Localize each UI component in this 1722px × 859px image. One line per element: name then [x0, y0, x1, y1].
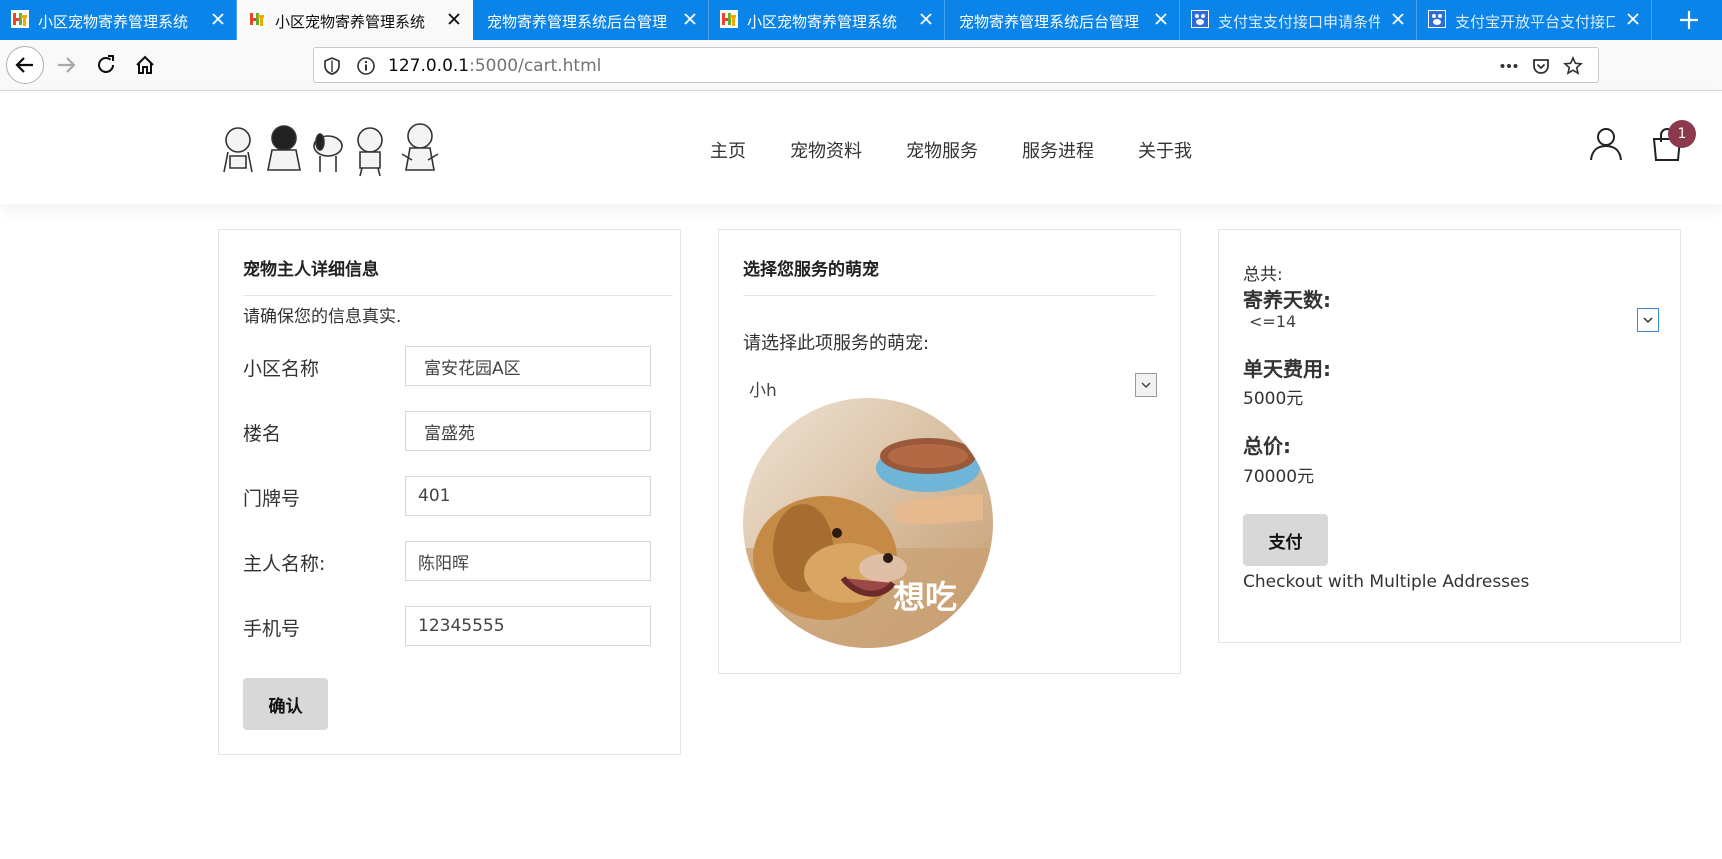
- phone-number-label: 手机号: [243, 618, 301, 640]
- owner-info-card: 宠物主人详细信息 请确保您的信息真实. 小区名称 楼名 门牌号 主人名称: 手机…: [218, 229, 681, 755]
- browser-tab[interactable]: 支付宝开放平台支付接口: [1417, 0, 1652, 40]
- browser-tab[interactable]: 支付宝支付接口申请条件: [1180, 0, 1417, 40]
- nav-pet-profile[interactable]: 宠物资料: [790, 137, 862, 163]
- user-account-icon[interactable]: [1588, 126, 1624, 162]
- owner-card-title: 宠物主人详细信息: [243, 260, 379, 280]
- multi-address-link[interactable]: Checkout with Multiple Addresses: [1243, 572, 1529, 592]
- url-bar[interactable]: 127.0.0.1:5000/cart.html: [313, 47, 1599, 83]
- nav-home[interactable]: 主页: [710, 137, 746, 163]
- back-button[interactable]: [6, 46, 44, 84]
- pay-button[interactable]: 支付: [1243, 514, 1328, 566]
- paw-icon: [1191, 10, 1209, 28]
- browser-tab[interactable]: 宠物寄养管理系统后台管理: [945, 0, 1180, 40]
- tab-title: 小区宠物寄养管理系统: [747, 13, 898, 31]
- close-icon[interactable]: [210, 11, 226, 27]
- home-button[interactable]: [128, 48, 162, 82]
- star-bookmark-icon[interactable]: [1563, 56, 1583, 76]
- browser-tab[interactable]: 宠物寄养管理系统后台管理: [473, 0, 709, 40]
- pet-select-card: 选择您服务的萌宠 请选择此项服务的萌宠: 小h 想吃: [718, 229, 1181, 674]
- close-icon[interactable]: [918, 11, 934, 27]
- browser-navbar: 127.0.0.1:5000/cart.html: [0, 40, 1722, 91]
- daily-fee-value: 5000元: [1243, 389, 1304, 409]
- new-tab-plus-icon[interactable]: [1664, 0, 1714, 40]
- home-icon: [136, 55, 154, 74]
- nav-service-progress[interactable]: 服务进程: [1022, 137, 1094, 163]
- divider: [743, 295, 1155, 296]
- browser-tab[interactable]: 小区宠物寄养管理系统: [709, 0, 945, 40]
- total-price-value: 70000元: [1243, 467, 1315, 487]
- total-price-label: 总价:: [1243, 434, 1291, 458]
- tab-title: 宠物寄养管理系统后台管理: [959, 13, 1140, 31]
- pet-select-prompt: 请选择此项服务的萌宠:: [743, 333, 930, 354]
- chevron-down-icon: [1141, 382, 1151, 389]
- building-name-label: 楼名: [243, 423, 282, 445]
- paw-icon: [1428, 10, 1446, 28]
- building-name-input[interactable]: [405, 411, 651, 451]
- owner-card-subtitle: 请确保您的信息真实.: [243, 307, 402, 327]
- reload-icon: [98, 55, 114, 73]
- pocket-icon[interactable]: [1531, 56, 1551, 76]
- pet-card-title: 选择您服务的萌宠: [743, 260, 879, 280]
- arrow-left-icon: [15, 57, 33, 73]
- confirm-button[interactable]: 确认: [243, 678, 328, 730]
- boarding-days-label: 寄养天数:: [1243, 288, 1331, 312]
- forward-button[interactable]: [49, 48, 83, 82]
- browser-tab[interactable]: 小区宠物寄养管理系统: [0, 0, 237, 40]
- reload-button[interactable]: [89, 48, 123, 82]
- door-number-label: 门牌号: [243, 488, 301, 510]
- info-icon[interactable]: [356, 56, 376, 76]
- total-label: 总共:: [1243, 265, 1283, 285]
- owner-name-label: 主人名称:: [243, 553, 326, 575]
- phone-number-input[interactable]: [405, 606, 651, 646]
- close-icon[interactable]: [1153, 11, 1169, 27]
- order-summary-card: 总共: 寄养天数: <=14 单天费用: 5000元 总价: 70000元 支付…: [1218, 229, 1681, 643]
- more-actions-icon[interactable]: [1499, 56, 1519, 76]
- nav-about-me[interactable]: 关于我: [1138, 137, 1192, 163]
- community-name-input[interactable]: [405, 346, 651, 386]
- close-icon[interactable]: [1625, 11, 1641, 27]
- url-text[interactable]: 127.0.0.1:5000/cart.html: [388, 56, 601, 76]
- url-host: 127.0.0.1: [388, 56, 470, 76]
- close-icon[interactable]: [1390, 11, 1406, 27]
- tab-title: 小区宠物寄养管理系统: [275, 13, 426, 31]
- tab-title: 支付宝支付接口申请条件: [1218, 13, 1380, 31]
- peanuts-logo[interactable]: [216, 120, 454, 178]
- site-header: 主页 宠物资料 宠物服务 服务进程 关于我 1: [0, 92, 1722, 204]
- photo-caption: 想吃: [893, 578, 957, 616]
- ht-logo-icon: [248, 10, 266, 28]
- dog-food-bowl-image: 想吃: [743, 398, 993, 648]
- door-number-input[interactable]: [405, 476, 651, 516]
- shield-icon[interactable]: [322, 56, 342, 76]
- boarding-days-select[interactable]: <=14: [1249, 312, 1296, 331]
- pet-select-value[interactable]: 小h: [749, 376, 777, 401]
- tab-title: 宠物寄养管理系统后台管理: [487, 13, 668, 31]
- community-name-label: 小区名称: [243, 358, 320, 380]
- pet-photo: 想吃: [743, 398, 993, 648]
- browser-tab-active[interactable]: 小区宠物寄养管理系统: [237, 0, 473, 40]
- tab-title: 支付宝开放平台支付接口: [1455, 13, 1615, 31]
- divider: [243, 295, 673, 296]
- close-icon[interactable]: [682, 11, 698, 27]
- pet-select-dropdown[interactable]: [1135, 373, 1157, 397]
- tab-title: 小区宠物寄养管理系统: [38, 13, 189, 31]
- cart-count-badge: 1: [1668, 120, 1696, 148]
- ht-logo-icon: [720, 10, 738, 28]
- owner-name-input[interactable]: [405, 541, 651, 581]
- ht-logo-icon: [11, 10, 29, 28]
- daily-fee-label: 单天费用:: [1243, 357, 1331, 381]
- boarding-days-dropdown[interactable]: [1637, 308, 1659, 332]
- close-icon[interactable]: [446, 11, 462, 27]
- browser-tab-strip: 小区宠物寄养管理系统 小区宠物寄养管理系统 宠物寄养管理系统后台管理 小区宠物寄…: [0, 0, 1722, 40]
- url-path: :5000/cart.html: [469, 56, 602, 76]
- nav-pet-service[interactable]: 宠物服务: [906, 137, 978, 163]
- chevron-down-icon: [1643, 317, 1653, 324]
- main-nav: 主页 宠物资料 宠物服务 服务进程 关于我: [710, 137, 1236, 163]
- arrow-right-icon: [58, 57, 76, 73]
